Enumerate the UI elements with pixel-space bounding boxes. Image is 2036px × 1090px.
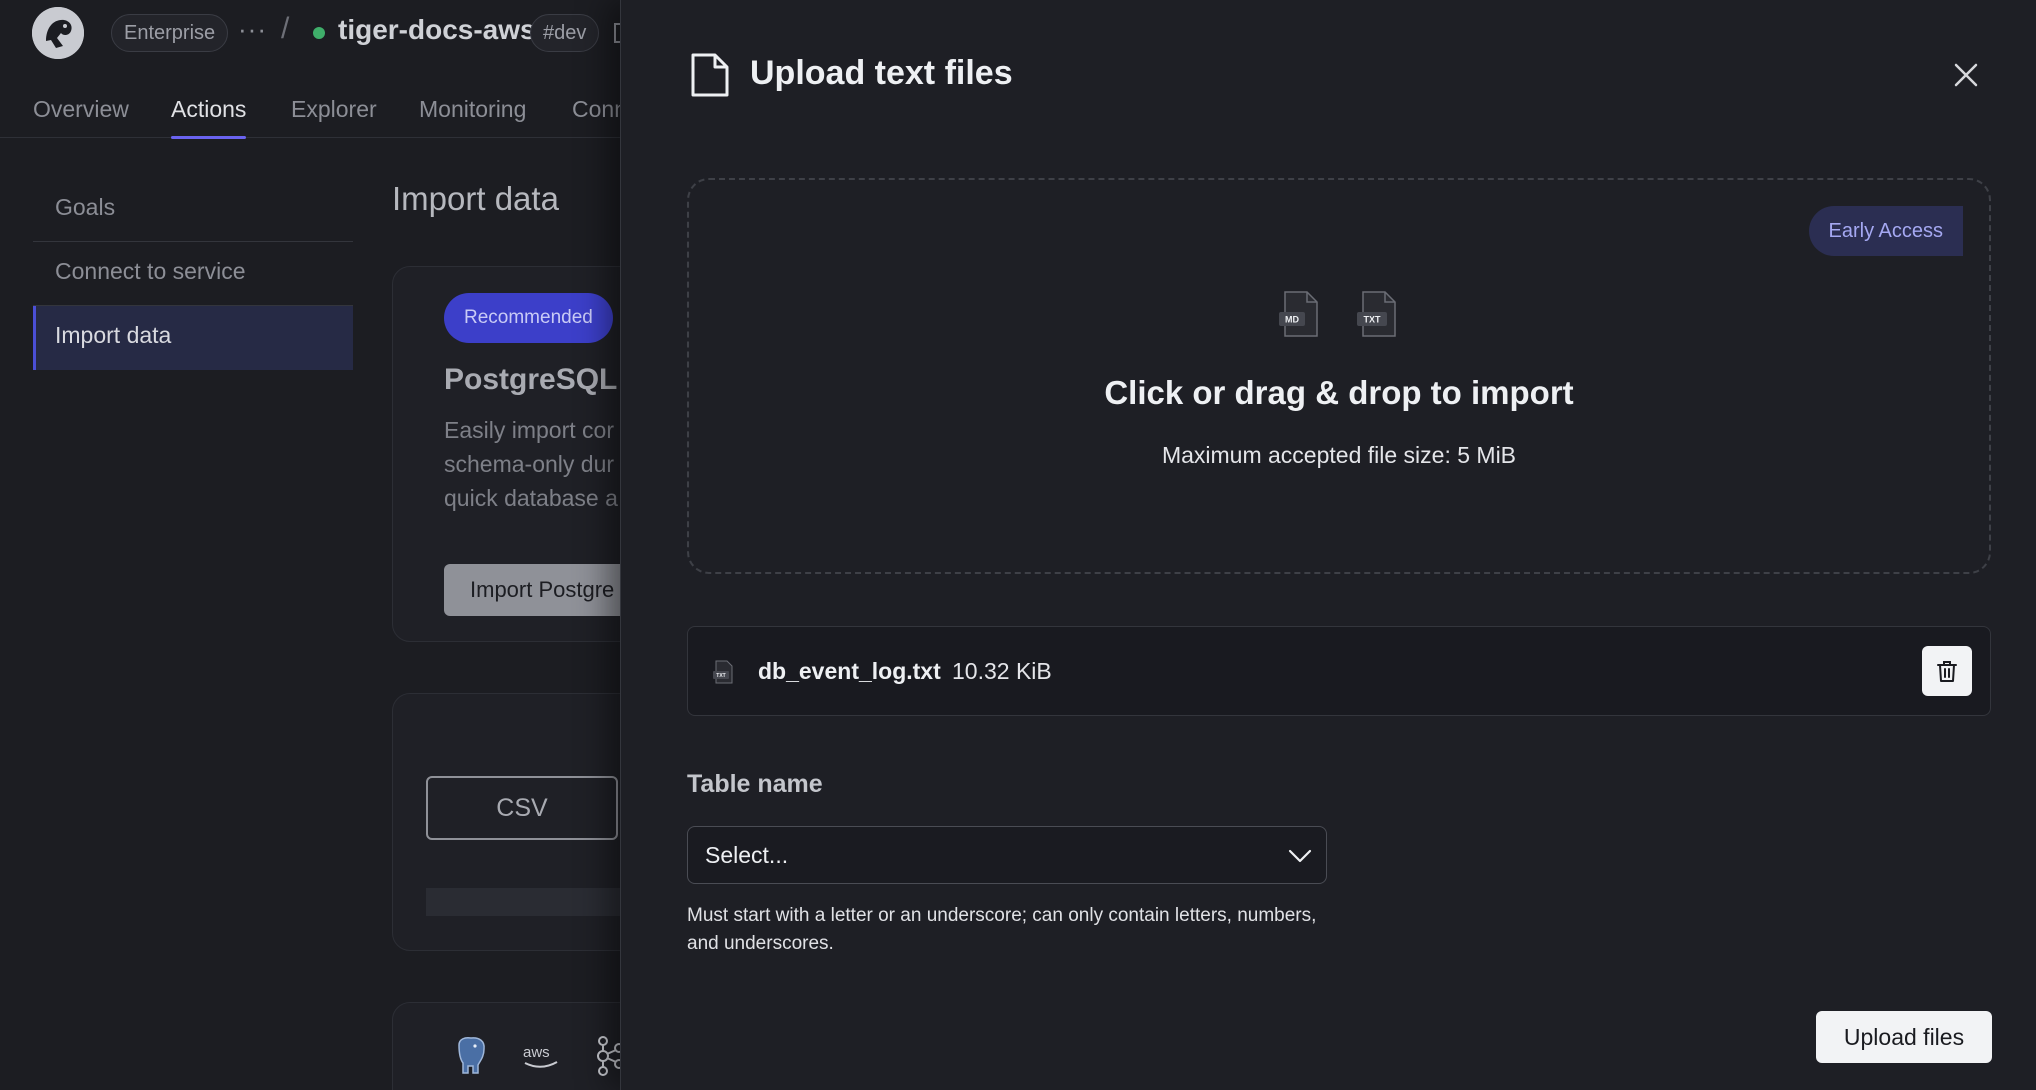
tab-connections[interactable]: Conn <box>572 96 627 123</box>
max-file-size-text: Maximum accepted file size: 5 MiB <box>1161 442 1517 468</box>
txt-file-icon: TXT <box>713 660 733 684</box>
plan-badge[interactable]: Enterprise <box>111 14 229 52</box>
chevron-down-icon <box>1288 849 1312 863</box>
tab-overview[interactable]: Overview <box>33 96 129 123</box>
uploaded-file-row: TXT db_event_log.txt 10.32 KiB <box>687 626 1991 716</box>
txt-file-icon: TXT <box>1357 291 1396 337</box>
aws-icon: aws <box>523 1044 558 1068</box>
breadcrumb-separator: / <box>281 12 290 45</box>
file-dropzone[interactable]: Early Access MD TXT Click or drag & drop… <box>687 178 1991 574</box>
more-options-icon[interactable]: ··· <box>238 14 267 45</box>
table-name-helper-text: Must start with a letter or an underscor… <box>687 905 1317 954</box>
close-icon[interactable] <box>1951 60 1981 90</box>
tab-actions[interactable]: Actions <box>171 96 247 139</box>
sidebar-item-connect-to-service[interactable]: Connect to service <box>33 242 353 306</box>
file-type-label: TXT <box>716 673 725 679</box>
table-name-select[interactable]: Select... <box>687 826 1327 884</box>
service-status-dot <box>313 27 325 39</box>
page-title: Import data <box>392 180 559 217</box>
file-icon <box>691 53 729 97</box>
tab-explorer[interactable]: Explorer <box>291 96 377 123</box>
file-size: 10.32 KiB <box>952 658 1052 684</box>
table-name-select-value: Select... <box>705 842 789 868</box>
csv-option-button[interactable]: CSV <box>426 776 618 840</box>
delete-file-button[interactable] <box>1922 646 1972 696</box>
upload-files-button[interactable]: Upload files <box>1816 1011 1992 1063</box>
card-title: PostgreSQL I <box>444 363 634 396</box>
tab-monitoring[interactable]: Monitoring <box>419 96 526 123</box>
txt-file-label: TXT <box>1364 315 1382 325</box>
recommended-badge: Recommended <box>444 293 613 343</box>
file-name: db_event_log.txt <box>758 658 941 684</box>
trash-icon <box>1937 661 1957 682</box>
postgres-elephant-icon <box>458 1037 485 1074</box>
sidebar-item-import-data[interactable]: Import data <box>33 306 353 370</box>
actions-sidebar: Goals Connect to service Import data <box>33 178 353 370</box>
upload-text-files-panel: Upload text files Early Access MD TXT Cl… <box>620 0 2036 1090</box>
svg-text:aws: aws <box>523 1044 550 1061</box>
table-name-label: Table name <box>687 770 823 798</box>
md-file-icon: MD <box>1279 291 1318 337</box>
dropzone-title: Click or drag & drop to import <box>1104 374 1574 411</box>
environment-badge[interactable]: #dev <box>530 14 600 52</box>
early-access-badge: Early Access <box>1808 206 1963 256</box>
panel-title: Upload text files <box>750 54 1013 92</box>
md-file-label: MD <box>1285 315 1299 325</box>
tiger-logo-icon[interactable] <box>32 7 84 59</box>
sidebar-item-goals[interactable]: Goals <box>33 178 353 242</box>
service-name[interactable]: tiger-docs-aws <box>338 14 536 46</box>
